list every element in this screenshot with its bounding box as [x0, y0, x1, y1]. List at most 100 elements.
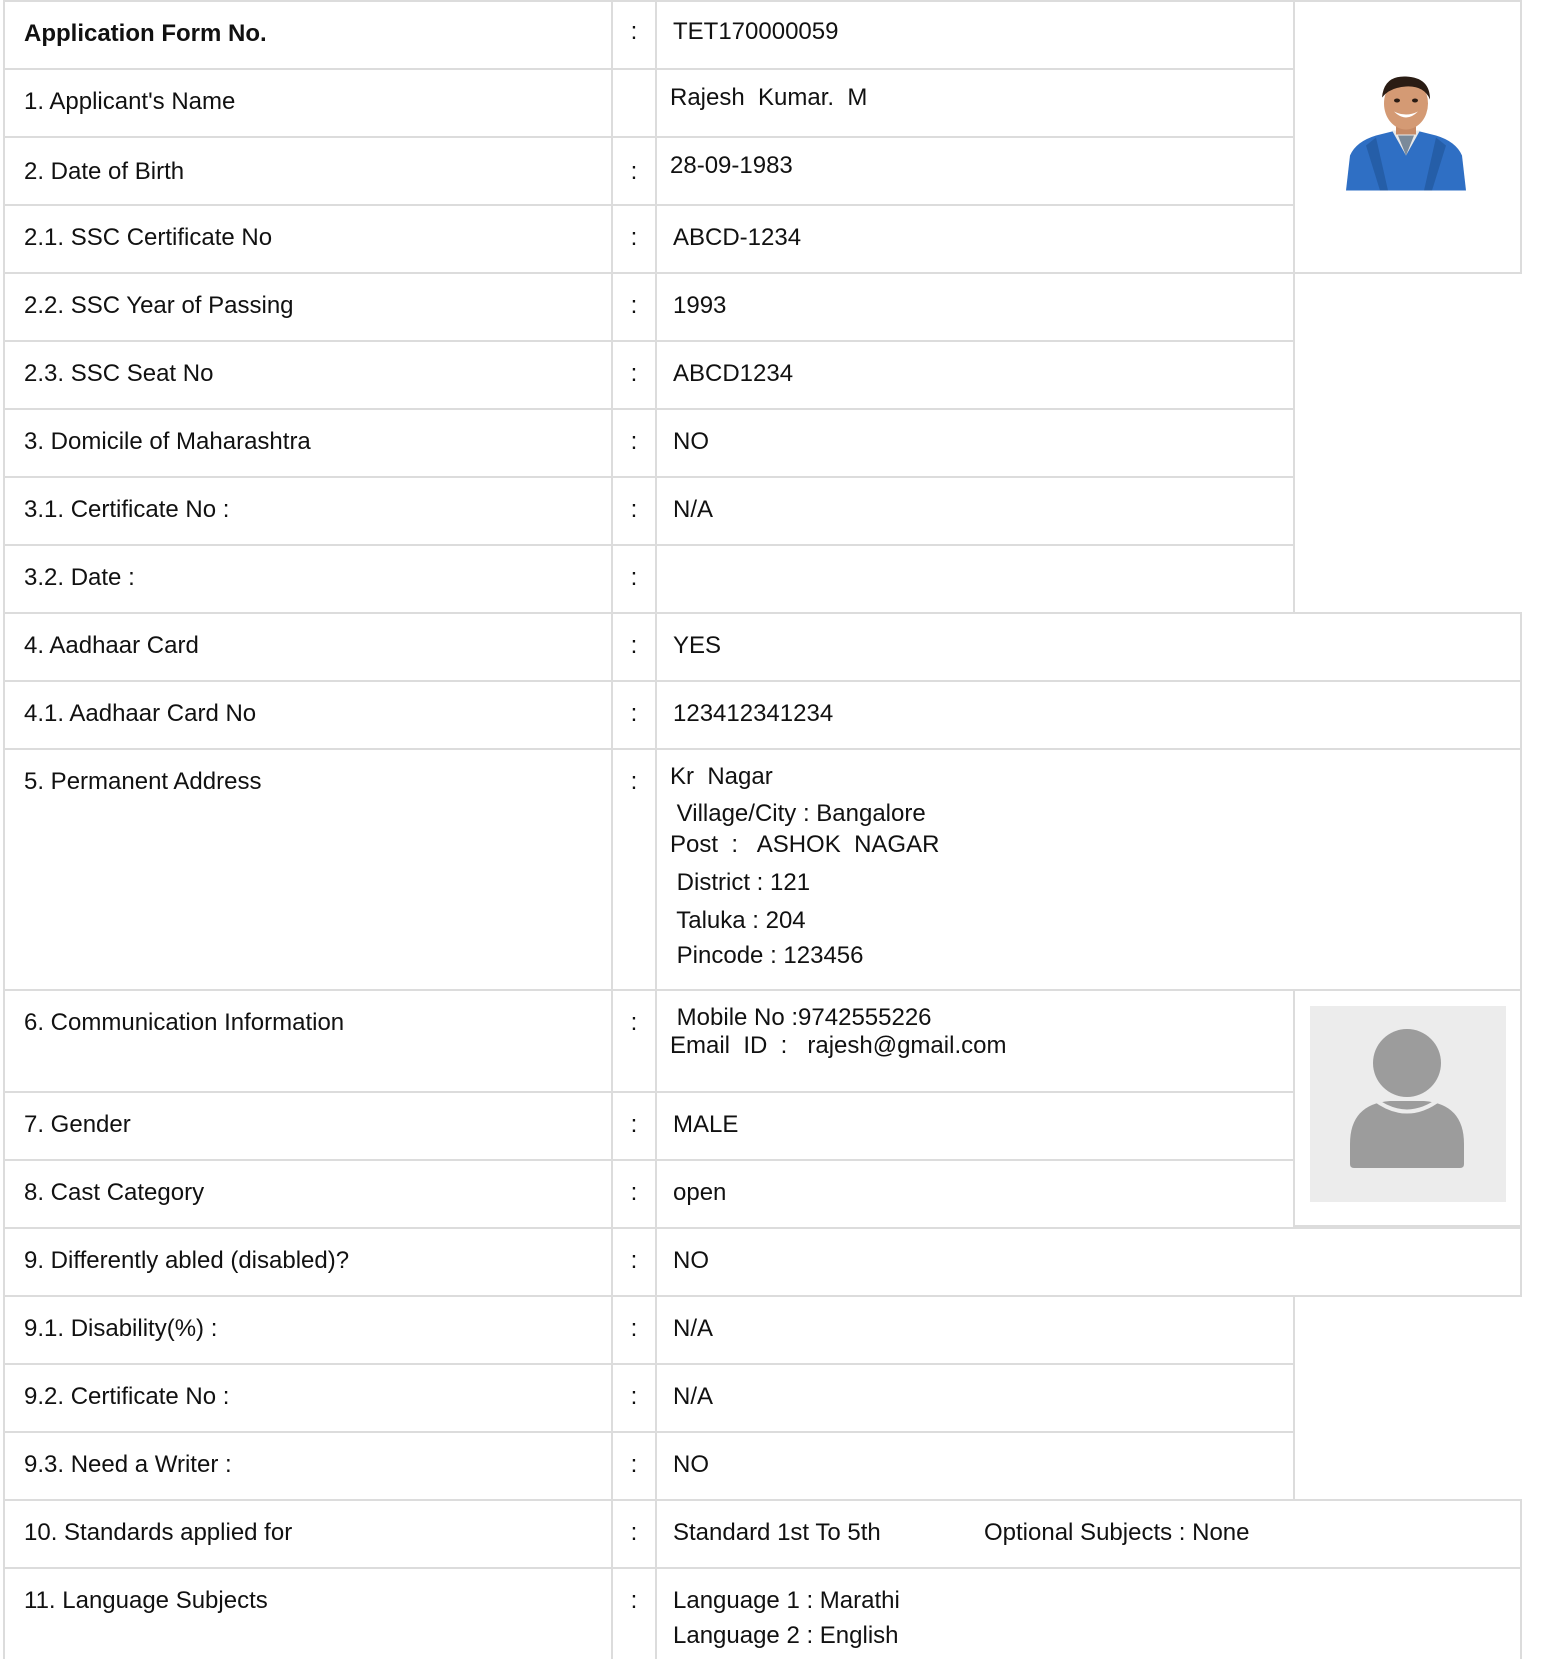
aadhaar-label: 4. Aadhaar Card [24, 632, 199, 659]
separator: : [630, 1383, 638, 1410]
ssc-cert-value: ABCD-1234 [673, 224, 802, 251]
separator: : [630, 1009, 638, 1036]
standards-colon-cell: : [611, 1499, 657, 1569]
separator: : [630, 1587, 638, 1614]
communication-label: 6. Communication Information [24, 1009, 345, 1036]
dob-value-cell: 28-09-1983 [655, 136, 1295, 206]
ssc-year-label-cell: 2.2. SSC Year of Passing [3, 272, 613, 342]
applicant-photo [1346, 76, 1466, 191]
ssc-seat-label: 2.3. SSC Seat No [24, 360, 214, 387]
communication-lines: Mobile No :9742555226 Email ID : rajesh@… [670, 1004, 1006, 1060]
ssc-seat-colon-cell: : [611, 340, 657, 410]
language-colon-cell: : [611, 1567, 657, 1659]
applicant-name-value: Rajesh Kumar. M [670, 84, 868, 111]
separator: : [630, 360, 638, 387]
disability-percent-value-cell: N/A [655, 1295, 1295, 1365]
ssc-cert-label-cell: 2.1. SSC Certificate No [3, 204, 613, 274]
separator: : [630, 18, 638, 45]
ssc-cert-label: 2.1. SSC Certificate No [24, 224, 273, 251]
disabled-label-cell: 9. Differently abled (disabled)? [3, 1227, 613, 1297]
caste-label: 8. Cast Category [24, 1179, 205, 1206]
dob-label-cell: 2. Date of Birth [3, 136, 613, 206]
aadhaar-no-colon-cell: : [611, 680, 657, 750]
disability-percent-value: N/A [673, 1315, 714, 1342]
writer-label-cell: 9.3. Need a Writer : [3, 1431, 613, 1501]
separator: : [630, 224, 638, 251]
domicile-cert-colon-cell: : [611, 476, 657, 546]
ssc-year-label: 2.2. SSC Year of Passing [24, 292, 294, 319]
address-line: Pincode : 123456 [670, 942, 864, 969]
language-line: Language 1 : Marathi [673, 1587, 900, 1614]
separator: : [630, 496, 638, 523]
disability-cert-colon-cell: : [611, 1363, 657, 1433]
aadhaar-value: YES [673, 632, 722, 659]
applicant-photo-cell [1293, 0, 1522, 274]
gender-value: MALE [673, 1111, 739, 1138]
address-colon-cell: : [611, 748, 657, 991]
disability-cert-label-cell: 9.2. Certificate No : [3, 1363, 613, 1433]
separator: : [630, 158, 638, 185]
domicile-cert-value-cell: N/A [655, 476, 1295, 546]
address-lines: Kr Nagar Village/City : Bangalore Post :… [670, 759, 939, 973]
caste-value: open [673, 1179, 727, 1206]
disability-percent-colon-cell: : [611, 1295, 657, 1365]
ssc-seat-value-cell: ABCD1234 [655, 340, 1295, 410]
gender-label: 7. Gender [24, 1111, 131, 1138]
address-line: Village/City : Bangalore [670, 800, 926, 827]
application-form: Application Form No. : TET170000059 1. A… [0, 0, 1543, 1659]
mobile-line: Mobile No :9742555226 [670, 1004, 932, 1031]
address-line: Post : ASHOK NAGAR [670, 831, 940, 858]
aadhaar-label-cell: 4. Aadhaar Card [3, 612, 613, 682]
standards-label: 10. Standards applied for [24, 1519, 293, 1546]
language-label-cell: 11. Language Subjects [3, 1567, 613, 1659]
separator: : [630, 768, 638, 795]
language-value-cell: Language 1 : Marathi Language 2 : Englis… [655, 1567, 1522, 1659]
gender-label-cell: 7. Gender [3, 1091, 613, 1161]
standards-value-cell: Standard 1st To 5th Optional Subjects : … [655, 1499, 1522, 1569]
disability-percent-label-cell: 9.1. Disability(%) : [3, 1295, 613, 1365]
caste-colon-cell: : [611, 1159, 657, 1229]
communication-value-cell: Mobile No :9742555226 Email ID : rajesh@… [655, 989, 1295, 1093]
domicile-label-cell: 3. Domicile of Maharashtra [3, 408, 613, 478]
applicant-name-value-cell: Rajesh Kumar. M [655, 68, 1295, 138]
domicile-date-value-cell [655, 544, 1295, 614]
separator: : [630, 632, 638, 659]
language-label: 11. Language Subjects [24, 1587, 268, 1614]
placeholder-box [1310, 1006, 1506, 1202]
ssc-seat-label-cell: 2.3. SSC Seat No [3, 340, 613, 410]
applicant-name-label-cell: 1. Applicant's Name [3, 68, 613, 138]
ssc-year-value-cell: 1993 [655, 272, 1295, 342]
separator: : [630, 1179, 638, 1206]
domicile-cert-label-cell: 3.1. Certificate No : [3, 476, 613, 546]
separator: : [630, 292, 638, 319]
domicile-value: NO [673, 428, 709, 455]
domicile-label: 3. Domicile of Maharashtra [24, 428, 311, 455]
communication-label-cell: 6. Communication Information [3, 989, 613, 1093]
ssc-year-value: 1993 [673, 292, 727, 319]
disability-cert-value-cell: N/A [655, 1363, 1295, 1433]
separator: : [630, 428, 638, 455]
address-line: Kr Nagar [670, 763, 773, 790]
applicant-name-colon-cell [611, 68, 657, 138]
signature-photo-cell [1293, 989, 1522, 1227]
form-no-value: TET170000059 [673, 18, 839, 45]
disability-percent-label: 9.1. Disability(%) : [24, 1315, 218, 1342]
dob-label: 2. Date of Birth [24, 158, 185, 185]
ssc-year-colon-cell: : [611, 272, 657, 342]
address-line: District : 121 [670, 869, 811, 896]
writer-value-cell: NO [655, 1431, 1295, 1501]
gender-value-cell: MALE [655, 1091, 1295, 1161]
caste-label-cell: 8. Cast Category [3, 1159, 613, 1229]
disabled-value: NO [673, 1247, 709, 1274]
separator: : [630, 1111, 638, 1138]
communication-colon-cell: : [611, 989, 657, 1093]
aadhaar-no-label-cell: 4.1. Aadhaar Card No [3, 680, 613, 750]
separator: : [630, 1315, 638, 1342]
form-no-colon-cell: : [611, 0, 657, 70]
disabled-value-cell: NO [655, 1227, 1522, 1297]
form-no-label: Application Form No. [24, 20, 267, 47]
domicile-value-cell: NO [655, 408, 1295, 478]
writer-colon-cell: : [611, 1431, 657, 1501]
domicile-date-colon-cell: : [611, 544, 657, 614]
disabled-colon-cell: : [611, 1227, 657, 1297]
